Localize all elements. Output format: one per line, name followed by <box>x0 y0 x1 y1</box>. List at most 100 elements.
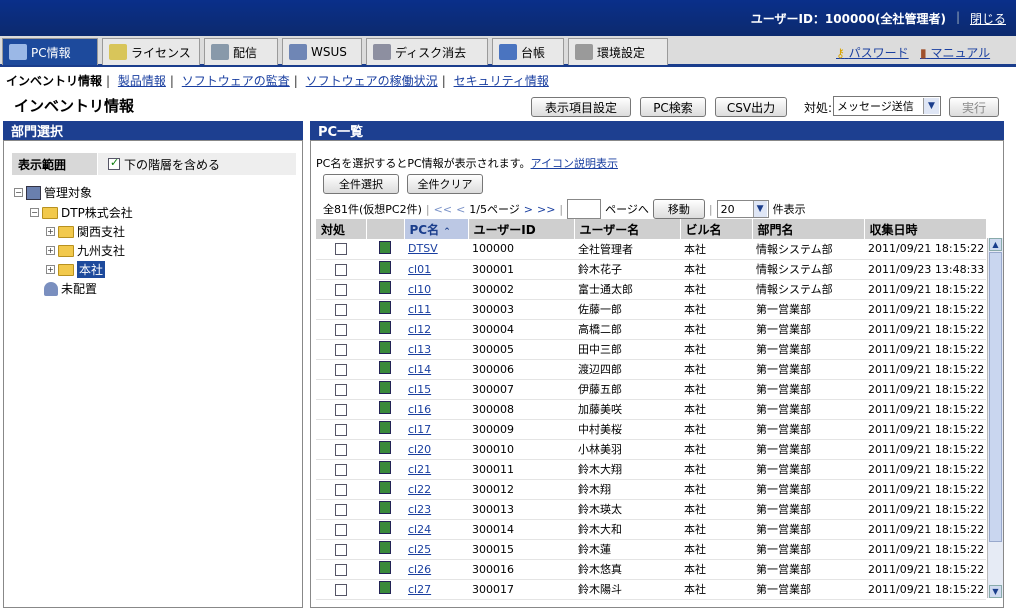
tab-wsus[interactable]: WSUS <box>282 38 362 65</box>
pc-name-link[interactable]: cl13 <box>408 343 431 356</box>
tree-branch-kyushu[interactable]: + 九州支社 <box>46 242 125 259</box>
next-page-icon[interactable]: > <box>524 203 533 216</box>
pc-name-link[interactable]: cl27 <box>408 583 431 596</box>
row-checkbox[interactable] <box>335 283 347 296</box>
tree-branch-honsha[interactable]: + 本社 <box>46 261 106 278</box>
tab-ledger[interactable]: 台帳 <box>492 38 564 65</box>
manual-link[interactable]: ▮ マニュアル <box>920 44 990 61</box>
col-collected-at[interactable]: 収集日時 <box>864 219 987 239</box>
row-checkbox[interactable] <box>335 463 347 476</box>
subnav-software-audit[interactable]: ソフトウェアの監査 <box>182 74 290 88</box>
row-checkbox[interactable] <box>335 543 347 556</box>
tab-pc-info[interactable]: PC情報 <box>2 38 98 65</box>
pc-name-link[interactable]: cl20 <box>408 443 431 456</box>
scroll-down-icon[interactable]: ▼ <box>989 585 1002 598</box>
first-page-icon[interactable]: << <box>434 203 452 216</box>
icon-help-link[interactable]: アイコン説明表示 <box>531 157 618 170</box>
col-user-name[interactable]: ユーザー名 <box>574 219 681 239</box>
pc-name-link[interactable]: cl12 <box>408 323 431 336</box>
pc-name-link[interactable]: cl14 <box>408 363 431 376</box>
col-user-id[interactable]: ユーザーID <box>468 219 575 239</box>
collapse-icon[interactable]: − <box>30 208 39 217</box>
expand-icon[interactable]: + <box>46 246 55 255</box>
pc-status-icon <box>379 581 391 594</box>
col-building[interactable]: ビル名 <box>680 219 753 239</box>
pc-status-icon <box>379 481 391 494</box>
row-checkbox[interactable] <box>335 323 347 336</box>
row-checkbox-cell <box>316 579 366 600</box>
include-subordinates-option[interactable]: 下の階層を含める <box>98 153 296 175</box>
include-subordinates-checkbox[interactable] <box>108 156 120 170</box>
tab-license[interactable]: ライセンス <box>102 38 200 65</box>
execute-button[interactable]: 実行 <box>949 97 999 117</box>
row-checkbox[interactable] <box>335 583 347 596</box>
col-pc-name[interactable]: PC名 ⌃ <box>404 219 469 239</box>
subnav-security-info[interactable]: セキュリティ情報 <box>454 74 549 88</box>
subnav-software-usage[interactable]: ソフトウェアの稼働状況 <box>306 74 438 88</box>
logout-link[interactable]: 閉じる <box>970 10 1006 27</box>
building-cell: 本社 <box>680 399 752 420</box>
row-checkbox[interactable] <box>335 503 347 516</box>
collapse-icon[interactable]: − <box>14 188 23 197</box>
pc-name-link[interactable]: DTSV <box>408 242 438 255</box>
row-checkbox[interactable] <box>335 303 347 316</box>
building-cell: 本社 <box>680 539 752 560</box>
row-checkbox[interactable] <box>335 523 347 536</box>
pc-name-link[interactable]: cl22 <box>408 483 431 496</box>
pc-name-link[interactable]: cl23 <box>408 503 431 516</box>
page-to-label: ページへ <box>605 203 649 216</box>
table-row: DTSV 100000 全社管理者 本社 情報システム部 2011/09/21 18:15… <box>316 239 986 260</box>
last-page-icon[interactable]: >> <box>537 203 555 216</box>
pc-name-link[interactable]: cl11 <box>408 303 431 316</box>
csv-export-button[interactable]: CSV出力 <box>715 97 787 117</box>
column-settings-button[interactable]: 表示項目設定 <box>531 97 631 117</box>
pc-name-link[interactable]: cl26 <box>408 563 431 576</box>
password-link[interactable]: ⚷ パスワード <box>836 44 909 61</box>
expand-icon[interactable]: + <box>46 227 55 236</box>
tree-company[interactable]: − DTP株式会社 <box>30 204 133 221</box>
row-checkbox[interactable] <box>335 483 347 496</box>
pc-name-link[interactable]: cl17 <box>408 423 431 436</box>
scroll-thumb[interactable] <box>989 252 1002 542</box>
tab-distribution[interactable]: 配信 <box>204 38 278 65</box>
pc-name-cell: cl14 <box>404 359 468 380</box>
row-checkbox[interactable] <box>335 563 347 576</box>
scroll-up-icon[interactable]: ▲ <box>989 238 1002 251</box>
tree-root[interactable]: − 管理対象 <box>14 184 92 201</box>
prev-page-icon[interactable]: < <box>456 203 465 216</box>
pc-name-link[interactable]: cl24 <box>408 523 431 536</box>
table-scrollbar[interactable]: ▲ ▼ <box>987 238 1003 598</box>
collected-at-cell: 2011/09/21 18:15:22 <box>864 539 986 560</box>
row-checkbox[interactable] <box>335 343 347 356</box>
row-checkbox[interactable] <box>335 423 347 436</box>
row-checkbox[interactable] <box>335 263 347 276</box>
ledger-icon <box>499 44 517 60</box>
row-checkbox[interactable] <box>335 403 347 416</box>
pc-name-link[interactable]: cl25 <box>408 543 431 556</box>
row-checkbox[interactable] <box>335 383 347 396</box>
tree-branch-kansai[interactable]: + 関西支社 <box>46 223 125 240</box>
subnav-product-info[interactable]: 製品情報 <box>118 74 166 88</box>
tab-disk-erase[interactable]: ディスク消去 <box>366 38 488 65</box>
pc-name-link[interactable]: cl16 <box>408 403 431 416</box>
tab-settings[interactable]: 環境設定 <box>568 38 668 65</box>
tree-unassigned[interactable]: 未配置 <box>44 280 97 297</box>
pc-search-button[interactable]: PC検索 <box>640 97 706 117</box>
row-checkbox[interactable] <box>335 443 347 456</box>
col-department[interactable]: 部門名 <box>752 219 865 239</box>
row-checkbox[interactable] <box>335 363 347 376</box>
action-select[interactable]: メッセージ送信 ▼ <box>833 96 941 116</box>
col-action[interactable]: 対処 <box>316 219 367 239</box>
page-number-input[interactable] <box>567 199 602 219</box>
clear-all-button[interactable]: 全件クリア <box>407 174 483 194</box>
expand-icon[interactable]: + <box>46 265 55 274</box>
row-checkbox-cell <box>316 299 366 320</box>
pc-name-link[interactable]: cl15 <box>408 383 431 396</box>
row-checkbox[interactable] <box>335 243 347 256</box>
select-all-button[interactable]: 全件選択 <box>323 174 399 194</box>
pc-name-link[interactable]: cl01 <box>408 263 431 276</box>
move-page-button[interactable]: 移動 <box>652 199 705 219</box>
per-page-select[interactable]: 20 ▼ <box>716 200 769 218</box>
pc-name-link[interactable]: cl21 <box>408 463 431 476</box>
pc-name-link[interactable]: cl10 <box>408 283 431 296</box>
